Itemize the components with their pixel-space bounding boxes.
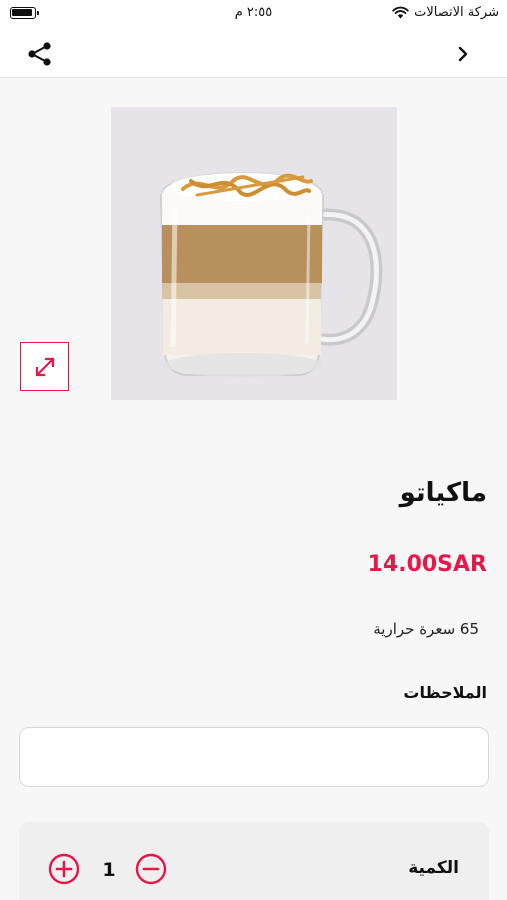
back-button[interactable] [453,42,473,66]
expand-image-button[interactable] [20,342,69,391]
status-carrier: شركة الاتصالات [392,5,499,20]
quantity-panel: الكمية 1 [19,822,489,900]
calories-text: 65 سعرة حرارية [373,620,479,638]
carrier-name: شركة الاتصالات [414,5,499,20]
product-price: 14.00SAR [367,552,487,577]
increase-quantity-button[interactable] [48,853,80,885]
product-details-screen: ٢:٥٥ م شركة الاتصالات ماكياتو 14.00SAR 6… [0,0,507,900]
decrease-quantity-button[interactable] [135,853,167,885]
share-icon [28,42,51,66]
expand-arrows-icon [35,357,54,376]
status-time: ٢:٥٥ م [234,5,273,20]
notes-input[interactable] [19,727,489,787]
coffee-mug-illustration [159,172,383,377]
chevron-right-icon [458,46,468,62]
quantity-label: الكمية [408,858,459,878]
notes-label: الملاحظات [403,683,487,702]
minus-circle-icon [135,853,167,885]
wifi-icon [392,6,409,19]
battery-icon [10,7,39,19]
status-bar: ٢:٥٥ م شركة الاتصالات [0,0,507,28]
nav-bar [0,28,507,78]
share-button[interactable] [26,40,54,68]
product-title: ماكياتو [399,478,487,508]
plus-circle-icon [48,853,80,885]
product-image [111,107,397,400]
quantity-value: 1 [102,859,116,881]
